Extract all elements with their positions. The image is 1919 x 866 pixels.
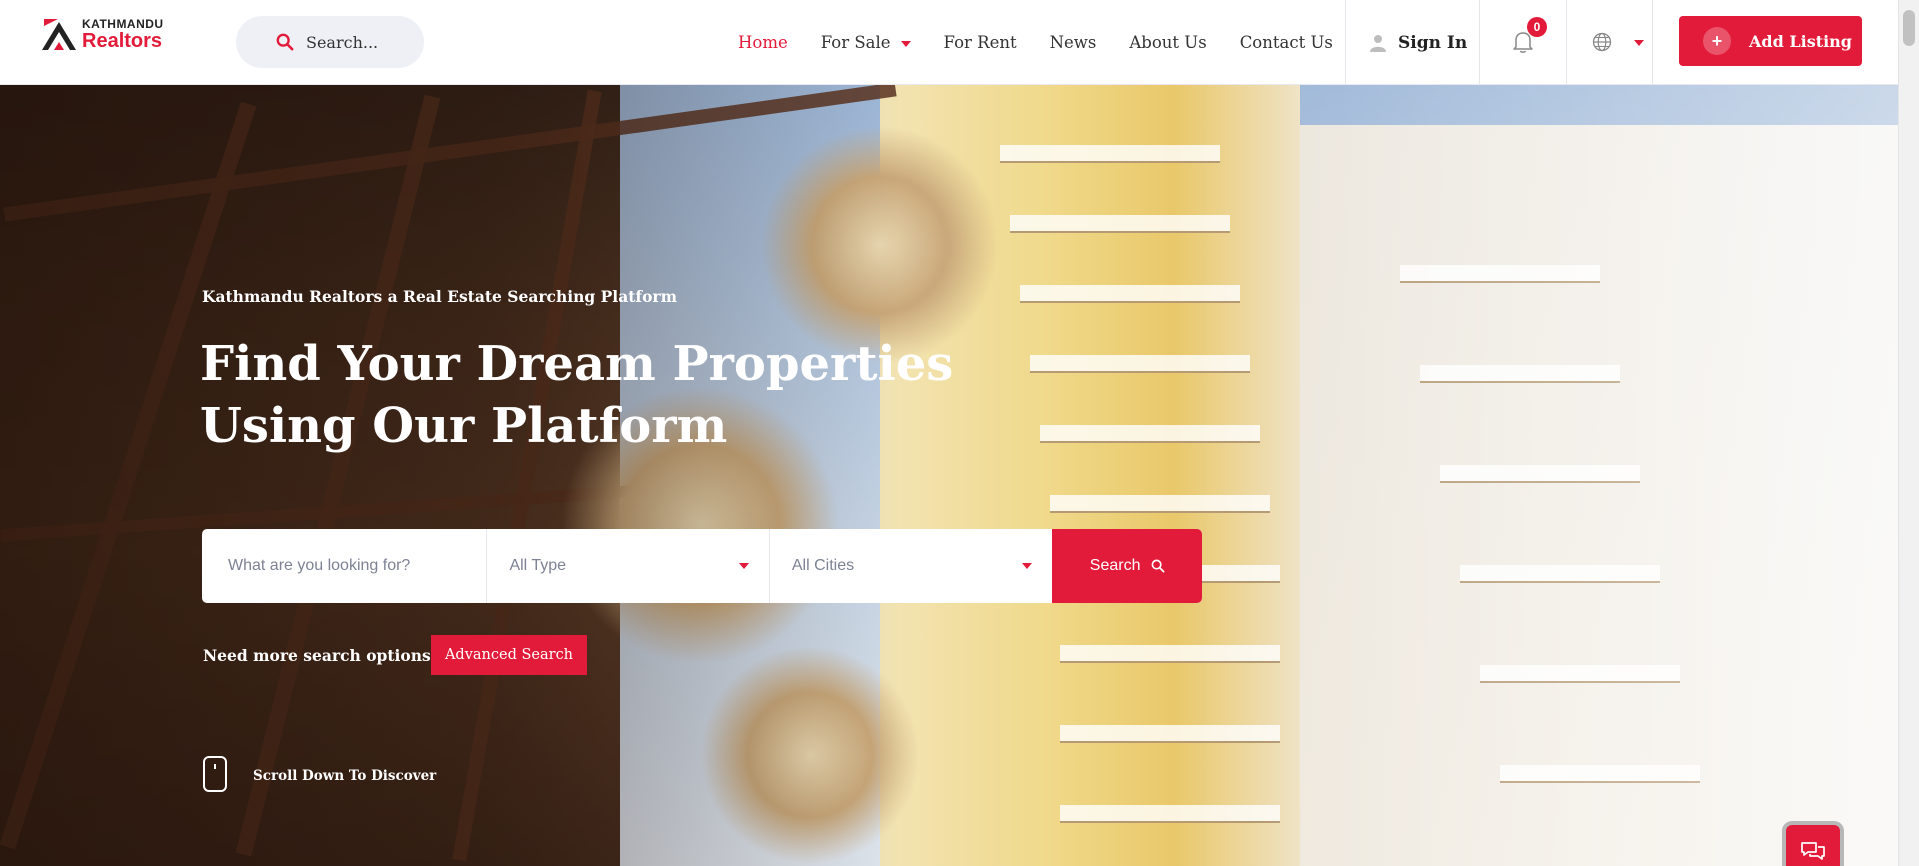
- logo-text-bottom: Realtors: [82, 29, 163, 52]
- sign-in-button[interactable]: Sign In: [1370, 0, 1467, 85]
- header-divider: [1566, 0, 1567, 85]
- hero-background-balcony: [1060, 645, 1280, 663]
- plus-icon: +: [1703, 27, 1731, 55]
- add-listing-label: Add Listing: [1749, 31, 1852, 51]
- property-type-select[interactable]: All Type: [487, 529, 770, 603]
- nav-home[interactable]: Home: [738, 33, 788, 52]
- chevron-down-icon: [900, 40, 911, 47]
- advanced-search-button[interactable]: Advanced Search: [431, 635, 587, 675]
- hero-background-balcony: [1010, 215, 1230, 233]
- nav-home-label: Home: [738, 33, 788, 52]
- scroll-hint: Scroll Down To Discover: [253, 768, 437, 784]
- hero-background-balcony: [1050, 495, 1270, 513]
- header-divider: [1652, 0, 1653, 85]
- nav-for-sale[interactable]: For Sale: [821, 33, 911, 52]
- logo-text-top: KATHMANDU: [82, 16, 164, 31]
- scrollbar-thumb[interactable]: [1903, 10, 1915, 46]
- city-value: All Cities: [791, 557, 855, 574]
- city-select[interactable]: All Cities: [770, 529, 1052, 603]
- chevron-down-icon: [1022, 563, 1033, 569]
- chevron-down-icon[interactable]: [1634, 40, 1644, 46]
- nav-contact-us[interactable]: Contact Us: [1240, 33, 1333, 52]
- add-listing-button[interactable]: + Add Listing: [1679, 16, 1862, 66]
- hero-overlay-right: [1250, 85, 1898, 866]
- hero-title: Find Your Dream Properties Using Our Pla…: [200, 333, 960, 457]
- search-icon: [276, 33, 294, 51]
- keyword-search-input[interactable]: What are you looking for?: [202, 529, 488, 603]
- hero-background-balcony: [1030, 355, 1250, 373]
- nav-for-sale-label: For Sale: [820, 33, 891, 52]
- hero-section: Kathmandu Realtors a Real Estate Searchi…: [0, 85, 1898, 866]
- nav-news-label: News: [1049, 33, 1097, 52]
- search-button-label: Search: [1089, 557, 1141, 574]
- logo-house-icon: [42, 19, 76, 50]
- sign-in-label: Sign In: [1398, 32, 1468, 53]
- chat-icon: [1801, 842, 1825, 860]
- user-icon: [1370, 34, 1386, 52]
- keyword-search-placeholder: What are you looking for?: [228, 557, 411, 574]
- more-options-label: Need more search options?: [203, 646, 440, 665]
- notification-badge: 0: [1527, 17, 1547, 37]
- hero-title-line-2: Using Our Platform: [200, 398, 728, 454]
- header-divider: [1345, 0, 1346, 85]
- search-button[interactable]: Search: [1052, 529, 1202, 603]
- hero-background-balcony: [1040, 425, 1260, 443]
- hero-subtitle: Kathmandu Realtors a Real Estate Searchi…: [202, 287, 677, 306]
- property-type-value: All Type: [509, 557, 567, 574]
- hero-background-balcony: [1060, 725, 1280, 743]
- globe-icon[interactable]: [1592, 32, 1612, 52]
- hero-title-line-1: Find Your Dream Properties: [200, 336, 954, 392]
- nav-news[interactable]: News: [1050, 33, 1097, 52]
- page-scrollbar[interactable]: [1898, 0, 1919, 866]
- mouse-icon: [203, 756, 227, 792]
- hero-background-balcony: [1060, 805, 1280, 823]
- nav-for-rent-label: For Rent: [943, 33, 1017, 52]
- site-header: KATHMANDU Realtors Search... Home For Sa…: [0, 0, 1898, 85]
- property-search-form: What are you looking for? All Type All C…: [202, 529, 1202, 603]
- site-logo[interactable]: KATHMANDU Realtors: [40, 16, 164, 52]
- nav-about-us-label: About Us: [1129, 33, 1207, 52]
- hero-background-balcony: [1020, 285, 1240, 303]
- hero-background-balcony: [1000, 145, 1220, 163]
- nav-for-rent[interactable]: For Rent: [944, 33, 1017, 52]
- main-nav: Home For Sale For Rent News About Us Con…: [738, 0, 1366, 85]
- nav-contact-us-label: Contact Us: [1239, 33, 1333, 52]
- nav-about-us[interactable]: About Us: [1129, 33, 1206, 52]
- chat-button[interactable]: [1786, 825, 1840, 866]
- hero-overlay-left: [0, 85, 900, 866]
- chevron-down-icon: [738, 563, 749, 569]
- header-search-placeholder: Search...: [306, 32, 379, 52]
- header-search-input[interactable]: Search...: [236, 16, 424, 68]
- search-icon: [1151, 559, 1165, 573]
- header-divider: [1479, 0, 1480, 85]
